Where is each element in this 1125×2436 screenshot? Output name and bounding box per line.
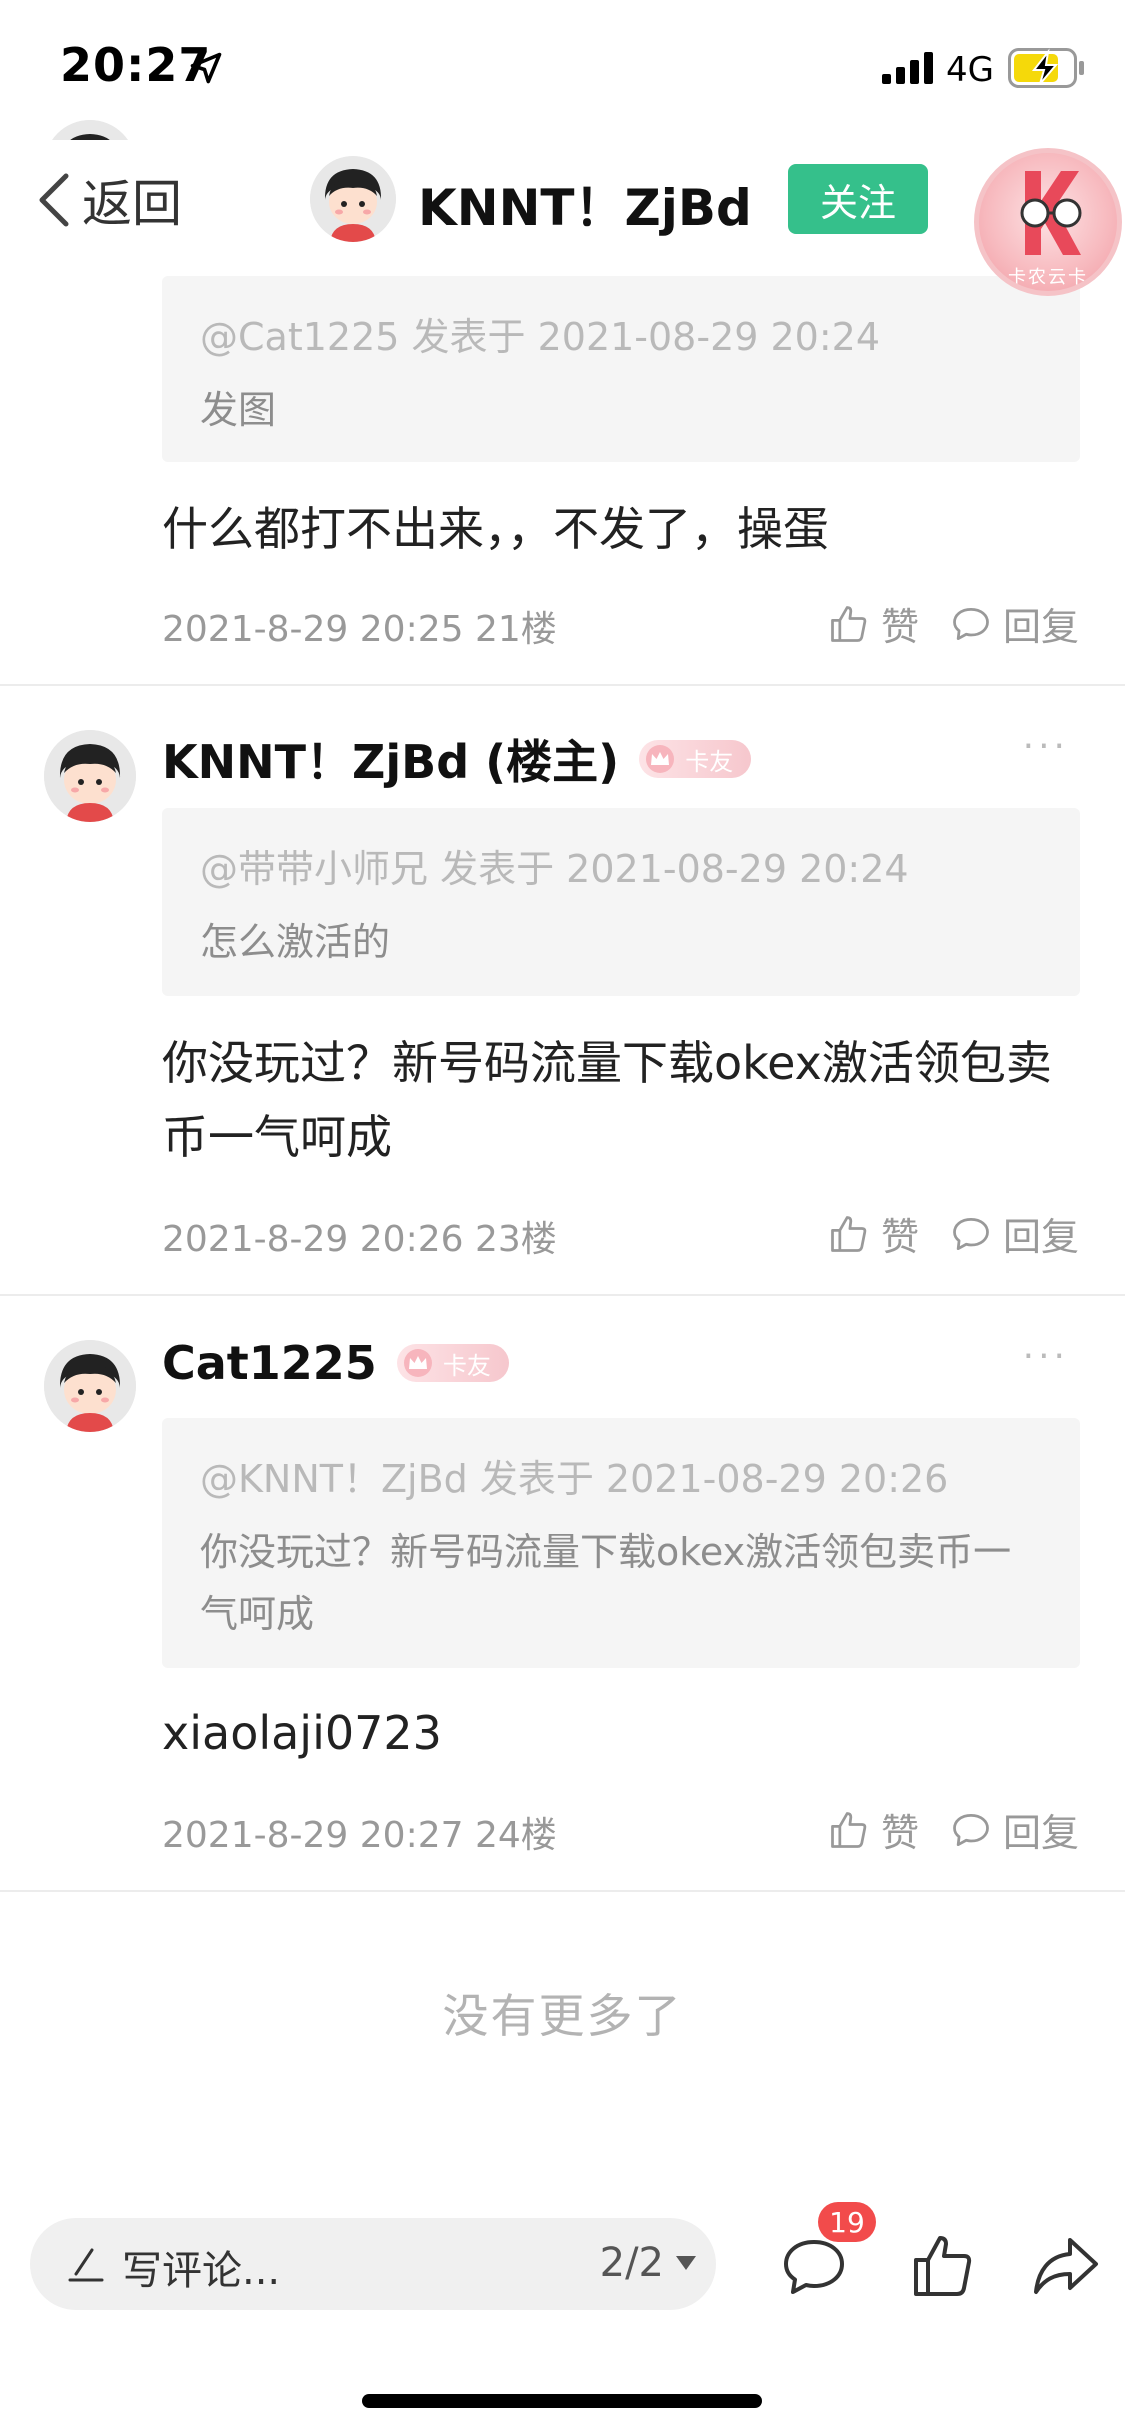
- avatar[interactable]: [44, 730, 136, 822]
- quoted-reply[interactable]: @带带小师兄 发表于 2021-08-29 20:24 怎么激活的: [162, 808, 1080, 996]
- speech-bubble-icon: [953, 1813, 989, 1846]
- post-meta: 2021-8-29 20:26 23楼: [162, 1219, 557, 1260]
- thumbs-up-icon: [831, 605, 867, 642]
- share-icon[interactable]: [1030, 2230, 1102, 2302]
- author-avatar[interactable]: [310, 156, 396, 242]
- location-arrow-icon: [190, 52, 222, 84]
- end-of-list-text: 没有更多了: [442, 1989, 683, 2043]
- crown-icon: [403, 1349, 432, 1377]
- like-button[interactable]: 赞: [827, 596, 919, 651]
- post-meta: 2021-8-29 20:27 24楼: [162, 1815, 557, 1856]
- back-button[interactable]: 返回: [34, 164, 182, 236]
- kanong-logo-badge[interactable]: 卡农云卡: [974, 148, 1122, 296]
- status-bar: 20:27 4G: [0, 0, 1125, 140]
- like-button[interactable]: 赞: [827, 1206, 919, 1261]
- post-content: xiaolaji0723: [162, 1706, 442, 1760]
- quoted-reply[interactable]: @KNNT！ZjBd 发表于 2021-08-29 20:26 你没玩过？新号码…: [162, 1418, 1080, 1668]
- chevron-left-icon: [39, 173, 69, 227]
- more-options-icon[interactable]: ···: [1023, 1336, 1069, 1377]
- user-level-badge: 卡友: [639, 740, 752, 778]
- signal-icon: [882, 52, 933, 84]
- logo-text: 卡农云卡: [1008, 267, 1088, 288]
- pencil-icon: [68, 2248, 104, 2282]
- home-indicator[interactable]: [362, 2394, 762, 2408]
- avatar[interactable]: [44, 1340, 136, 1432]
- reply-label: 回复: [1002, 1811, 1079, 1855]
- avatar-girl-icon: [44, 1340, 136, 1432]
- quote-meta: @KNNT！ZjBd 发表于 2021-08-29 20:26: [200, 1457, 949, 1501]
- post-content: 你没玩过？新号码流量下载okex激活领包卖币一气呵成: [162, 1036, 1052, 1164]
- like-label: 赞: [880, 1811, 919, 1855]
- post-actions: 赞 回复: [797, 596, 1079, 651]
- post-meta: 2021-8-29 20:25 21楼: [162, 609, 557, 650]
- comment-placeholder: 写评论...: [122, 2248, 281, 2294]
- badge-label: 卡友: [685, 747, 734, 776]
- network-type: 4G: [946, 50, 994, 90]
- quote-body: 怎么激活的: [200, 920, 391, 964]
- thumbs-up-icon[interactable]: [906, 2230, 978, 2302]
- avatar-girl-icon: [310, 156, 396, 242]
- like-label: 赞: [880, 1215, 919, 1259]
- back-label: 返回: [82, 175, 182, 233]
- post-author[interactable]: KNNT！ZjBd (楼主) 卡友: [162, 726, 752, 792]
- battery-charging-icon: [1008, 48, 1084, 88]
- follow-button[interactable]: 关注: [788, 164, 928, 234]
- speech-bubble-icon: [953, 607, 989, 640]
- author-name: Cat1225: [162, 1336, 377, 1390]
- user-level-badge: 卡友: [396, 1344, 509, 1382]
- comment-count-badge: 19: [818, 2202, 876, 2242]
- quote-body: 发图: [200, 388, 277, 432]
- reply-button[interactable]: 回复: [949, 596, 1079, 651]
- like-label: 赞: [880, 605, 919, 649]
- quoted-reply[interactable]: @Cat1225 发表于 2021-08-29 20:24 发图: [162, 276, 1080, 462]
- more-options-icon[interactable]: ···: [1023, 726, 1069, 767]
- author-name: KNNT！ZjBd (楼主): [162, 735, 620, 789]
- quote-meta: @Cat1225 发表于 2021-08-29 20:24: [200, 315, 881, 359]
- post-item: KNNT！ZjBd (楼主) 卡友 ··· @带带小师兄 发表于 2021-08…: [0, 686, 1125, 1296]
- nav-title: KNNT！ZjBd: [418, 179, 752, 237]
- caret-down-icon: [676, 2256, 696, 2270]
- post-author[interactable]: Cat1225 卡友: [162, 1336, 509, 1390]
- comment-input[interactable]: 写评论... 2/2: [30, 2218, 716, 2310]
- reply-button[interactable]: 回复: [949, 1206, 1079, 1261]
- thumbs-up-icon: [831, 1215, 867, 1252]
- post-item: Cat1225 卡友 ··· @KNNT！ZjBd 发表于 2021-08-29…: [0, 1296, 1125, 1892]
- thumbs-up-icon: [831, 1811, 867, 1848]
- speech-bubble-icon: [953, 1217, 989, 1250]
- post-actions: 赞 回复: [797, 1206, 1079, 1261]
- like-button[interactable]: 赞: [827, 1802, 919, 1857]
- reply-label: 回复: [1002, 1215, 1079, 1259]
- k-glasses-logo-icon: [1020, 171, 1082, 255]
- page-indicator[interactable]: 2/2: [600, 2240, 664, 2286]
- avatar-girl-icon: [44, 730, 136, 822]
- post-content: 什么都打不出来，，不发了，操蛋: [162, 502, 829, 556]
- reply-label: 回复: [1002, 605, 1079, 649]
- reply-button[interactable]: 回复: [949, 1802, 1079, 1857]
- quote-body: 你没玩过？新号码流量下载okex激活领包卖币一气呵成: [200, 1530, 1012, 1636]
- nav-bar: 返回 KNNT！ZjBd 关注 卡农云卡: [0, 140, 1125, 296]
- quote-meta: @带带小师兄 发表于 2021-08-29 20:24: [200, 847, 909, 891]
- post-actions: 赞 回复: [797, 1802, 1079, 1857]
- crown-icon: [646, 745, 675, 773]
- badge-label: 卡友: [442, 1351, 491, 1380]
